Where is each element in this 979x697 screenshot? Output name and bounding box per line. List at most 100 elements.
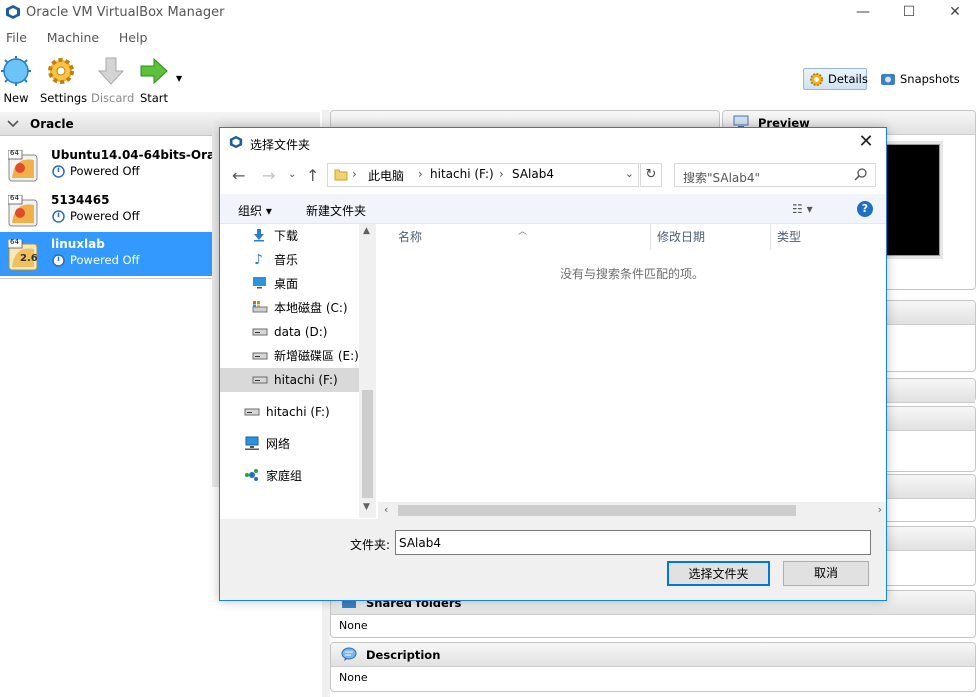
snapshots-button[interactable]: Snapshots: [878, 70, 960, 88]
settings-button[interactable]: Settings: [40, 56, 88, 105]
nav-item-drive-d[interactable]: data (D:): [220, 320, 359, 344]
network-icon: [245, 436, 259, 450]
nav-item-music[interactable]: ♪ 音乐: [220, 248, 359, 272]
sort-up-icon: ︿: [518, 227, 528, 237]
new-label: New: [3, 91, 29, 105]
new-folder-button[interactable]: 新建文件夹: [306, 202, 366, 219]
snapshots-camera-icon: [881, 74, 895, 85]
vm-state: Powered Off: [51, 164, 140, 178]
drive-icon: [252, 328, 268, 336]
select-folder-button[interactable]: 选择文件夹: [667, 561, 770, 586]
vm-badge: 64: [10, 238, 19, 246]
vm-state-label: Powered Off: [70, 209, 140, 223]
breadcrumb-hitachi[interactable]: hitachi (F:): [430, 167, 494, 181]
file-horizontal-scrollbar[interactable]: ‹ ›: [378, 502, 886, 519]
view-options-icon[interactable]: ☷ ▾: [792, 202, 813, 216]
select-folder-dialog: 选择文件夹 ✕ ← → ⌄ ↑ › 此电脑 › hitachi (F:) › S…: [219, 127, 887, 601]
forward-arrow-icon[interactable]: →: [262, 166, 275, 185]
new-machine-icon: [1, 56, 31, 86]
search-box[interactable]: 搜索"SAlab4": [674, 163, 876, 187]
description-panel: Description None: [330, 642, 976, 692]
details-label: Details: [828, 72, 868, 86]
drive-icon: [244, 408, 260, 416]
menu-bar: File Machine Help: [0, 28, 157, 50]
nav-label: 音乐: [274, 253, 299, 267]
nav-item-drive-c[interactable]: 本地磁盘 (C:): [220, 296, 359, 320]
nav-label: 下载: [274, 229, 299, 243]
column-type[interactable]: 类型: [771, 224, 886, 250]
scroll-thumb[interactable]: [362, 390, 373, 498]
vm-badge: 64: [10, 194, 19, 202]
vm-version: 2.6: [20, 253, 38, 264]
close-window-button[interactable]: ✕: [932, 0, 978, 26]
new-button[interactable]: New: [1, 56, 31, 105]
nav-scrollbar[interactable]: ▲ ▼: [359, 224, 376, 518]
nav-item-homegroup[interactable]: 家庭组: [220, 464, 359, 488]
nav-label: data (D:): [274, 325, 328, 339]
refresh-icon[interactable]: ↻: [640, 163, 662, 187]
nav-item-network[interactable]: 网络: [220, 432, 359, 456]
column-modified[interactable]: 修改日期: [651, 224, 771, 250]
snapshots-label: Snapshots: [900, 72, 960, 86]
download-arrow-icon: [254, 229, 264, 242]
details-button[interactable]: Details: [803, 68, 868, 90]
minimize-button[interactable]: —: [840, 0, 886, 26]
command-bar: 组织 ▾ 新建文件夹 ☷ ▾ ?: [220, 194, 886, 224]
breadcrumb-salab4[interactable]: SAlab4: [512, 167, 554, 181]
help-icon[interactable]: ?: [857, 201, 873, 217]
scroll-left-icon[interactable]: ‹: [384, 503, 388, 516]
group-name: Oracle: [30, 117, 74, 131]
discard-button[interactable]: Discard: [91, 56, 135, 105]
search-placeholder: 搜索"SAlab4": [683, 171, 761, 185]
drive-icon: [252, 352, 268, 360]
menu-help[interactable]: Help: [119, 28, 148, 48]
details-gear-icon: [809, 72, 824, 87]
start-label: Start: [139, 91, 169, 105]
maximize-button[interactable]: ☐: [886, 0, 932, 26]
nav-label: 新增磁碟區 (E:): [274, 349, 359, 363]
scroll-right-icon[interactable]: ›: [878, 503, 882, 516]
folder-name-input[interactable]: [395, 530, 871, 555]
organize-button[interactable]: 组织 ▾: [238, 202, 272, 219]
menu-file[interactable]: File: [6, 28, 27, 48]
nav-item-downloads[interactable]: 下载: [220, 224, 359, 248]
vm-badge: 64: [10, 149, 19, 157]
description-speech-icon: [341, 647, 357, 661]
nav-item-desktop[interactable]: 桌面: [220, 272, 359, 296]
description-title: Description: [366, 648, 441, 662]
vm-state: Powered Off: [51, 253, 140, 267]
cancel-button[interactable]: 取消: [783, 561, 869, 586]
nav-item-drive-f-selected[interactable]: hitachi (F:): [220, 368, 359, 392]
start-dropdown-icon[interactable]: ▼: [176, 74, 182, 83]
nav-label: 家庭组: [266, 469, 303, 483]
dialog-title: 选择文件夹: [250, 138, 311, 152]
discard-arrow-icon: [97, 57, 125, 85]
vm-state-label: Powered Off: [70, 164, 140, 178]
folder-label: 文件夹:: [350, 538, 391, 552]
address-dropdown-icon[interactable]: ⌄: [625, 167, 634, 180]
virtualbox-dialog-icon: [229, 135, 243, 149]
settings-gear-icon: [48, 58, 74, 84]
scroll-thumb[interactable]: [398, 505, 796, 516]
file-list-pane: 名称 ︿ 修改日期 类型 没有与搜索条件匹配的项。: [378, 224, 886, 518]
address-bar[interactable]: › 此电脑 › hitachi (F:) › SAlab4 ⌄: [327, 163, 639, 187]
dialog-title-bar: 选择文件夹 ✕: [220, 128, 886, 158]
discard-label: Discard: [91, 91, 135, 105]
nav-item-drive-e[interactable]: 新增磁碟區 (E:): [220, 344, 359, 368]
back-arrow-icon[interactable]: ←: [232, 166, 245, 185]
column-name[interactable]: 名称: [378, 224, 651, 250]
start-button[interactable]: Start: [138, 56, 170, 105]
recent-dropdown-icon[interactable]: ⌄: [288, 169, 296, 180]
music-note-icon: ♪: [254, 252, 263, 268]
scroll-up-icon[interactable]: ▲: [363, 226, 370, 236]
settings-label: Settings: [40, 91, 88, 105]
breadcrumb-this-pc[interactable]: 此电脑: [368, 167, 404, 184]
empty-message: 没有与搜索条件匹配的项。: [559, 267, 704, 281]
up-arrow-icon[interactable]: ↑: [306, 166, 319, 185]
nav-item-drive-f[interactable]: hitachi (F:): [220, 400, 359, 424]
vm-state: Powered Off: [51, 209, 140, 223]
menu-machine[interactable]: Machine: [47, 28, 99, 48]
dialog-close-button[interactable]: ✕: [854, 132, 878, 154]
scroll-down-icon[interactable]: ▼: [363, 502, 370, 512]
vm-name: linuxlab: [51, 237, 105, 251]
